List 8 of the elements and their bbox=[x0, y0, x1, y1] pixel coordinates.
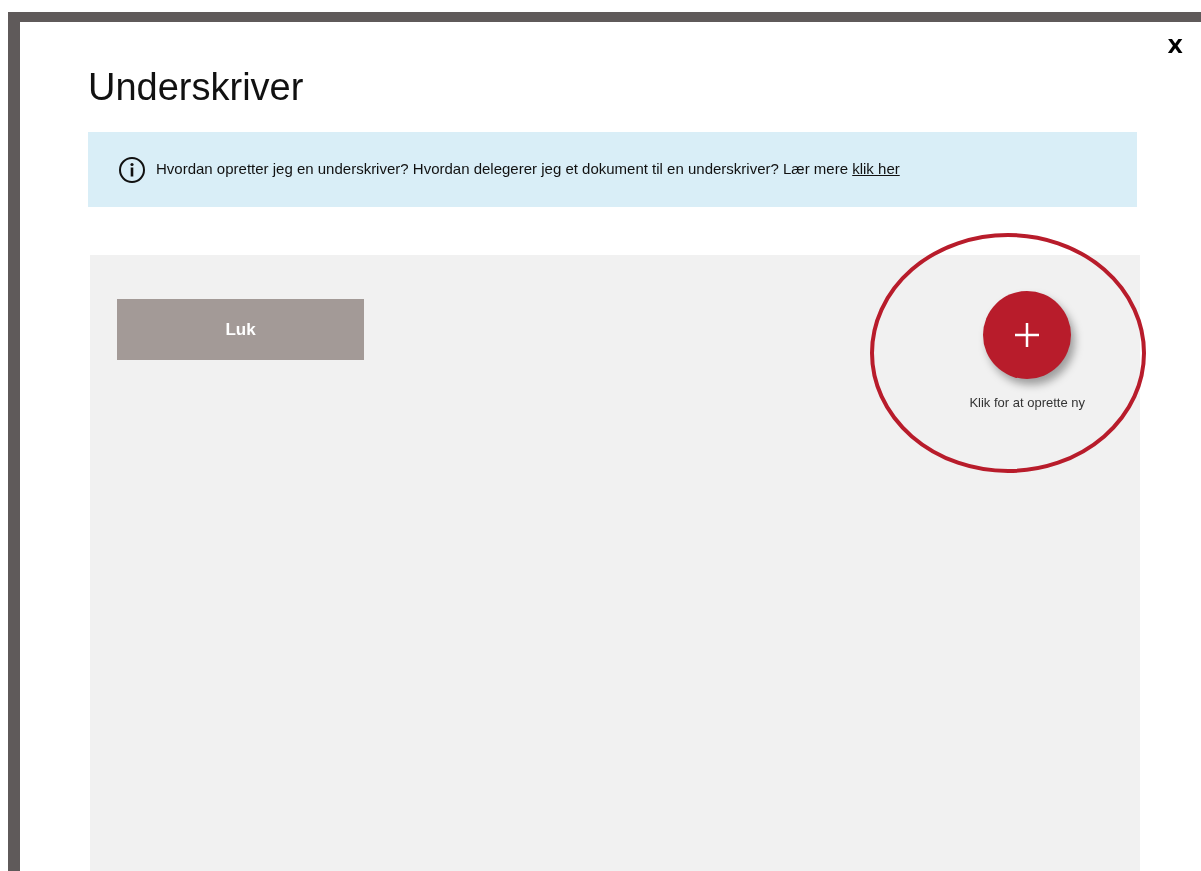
add-button[interactable] bbox=[983, 291, 1072, 379]
info-text: Hvordan opretter jeg en underskriver? Hvordan delegerer jeg et dokument til en underskriver? Lær mere klik her bbox=[156, 159, 900, 180]
help-link[interactable]: klik her bbox=[852, 160, 900, 178]
plus-icon bbox=[1013, 321, 1042, 349]
close-button[interactable]: X bbox=[1167, 36, 1183, 56]
dialog-title: Underskriver bbox=[88, 65, 304, 110]
info-icon bbox=[118, 155, 146, 184]
add-label: Klik for at oprette ny bbox=[969, 394, 1085, 412]
